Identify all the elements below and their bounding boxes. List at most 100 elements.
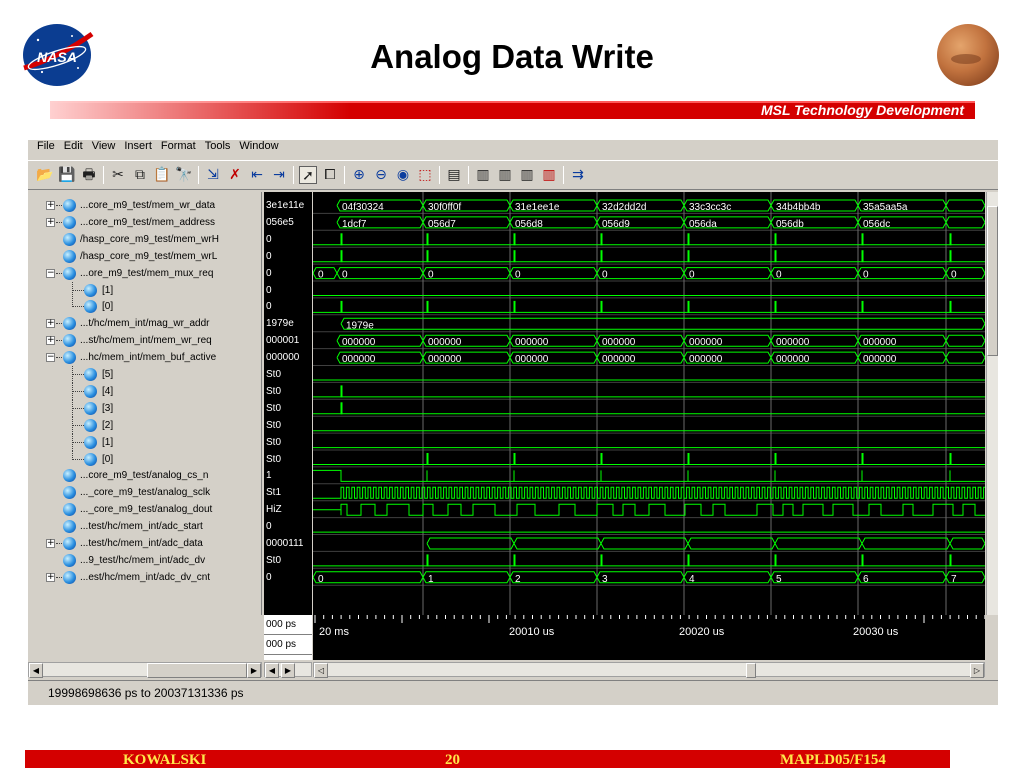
save-disk-icon[interactable]: 💾 <box>58 166 76 184</box>
expand-wave-3-icon[interactable]: ▥ <box>518 166 536 184</box>
signal-name: ...test/hc/mem_int/adc_start <box>80 521 203 533</box>
zoom-out-icon[interactable]: ⊖ <box>372 166 390 184</box>
bus-value-label: 34b4bb4b <box>776 202 821 213</box>
signal-row[interactable]: ...9_test/hc/mem_int/adc_dv <box>28 552 261 569</box>
menu-edit[interactable]: Edit <box>64 140 83 152</box>
find-icon[interactable]: 🔭 <box>175 166 193 184</box>
signal-row[interactable]: [1] <box>28 281 261 299</box>
signal-row[interactable]: + ...core_m9_test/mem_address <box>28 214 261 231</box>
vertical-scrollbar[interactable] <box>986 192 998 615</box>
menu-file[interactable]: File <box>37 140 55 152</box>
expand-wave-2-icon[interactable]: ▥ <box>496 166 514 184</box>
expand-icon[interactable]: + <box>46 539 55 548</box>
value-scroll-left-icon[interactable]: ◀ <box>265 663 279 678</box>
signal-value-pane: 3e1e11e 056e5 0 0 0 0 0 1979e 000001 000000 St0 St0… <box>264 192 312 615</box>
zoom-cursors-icon[interactable]: ⬚ <box>416 166 434 184</box>
toolbar-separator <box>198 166 199 184</box>
expand-wave-1-icon[interactable]: ▥ <box>474 166 492 184</box>
value-scroll-right-icon[interactable]: ▶ <box>281 663 295 678</box>
signal-pulse <box>340 402 343 415</box>
signal-name: ...t/hc/mem_int/mag_wr_addr <box>80 318 210 330</box>
name-pane-hscroll[interactable]: ◀ ▶ <box>28 662 262 678</box>
tree-connector <box>56 357 62 359</box>
insert-cursor-icon[interactable]: ⇲ <box>204 166 222 184</box>
menu-view[interactable]: View <box>92 140 116 152</box>
signal-globe-icon <box>84 368 97 381</box>
print-icon[interactable]: 🖶 <box>80 166 98 184</box>
bus-value-label: 04f30324 <box>342 202 384 213</box>
signal-value: HiZ <box>266 504 282 516</box>
tree-connector <box>56 543 62 544</box>
signal-row[interactable]: /hasp_core_m9_test/mem_wrH <box>28 231 261 248</box>
zoom-full-icon[interactable]: ◉ <box>394 166 412 184</box>
signal-pulse <box>340 300 343 313</box>
wave-scroll-left-icon[interactable]: ◁ <box>314 663 328 678</box>
bus-segment <box>857 267 947 280</box>
zoom-in-icon[interactable]: ⊕ <box>350 166 368 184</box>
waveform-window: File Edit View Insert Format Tools Window 📂 💾 🖶 ✂… <box>28 140 998 705</box>
cut-icon[interactable]: ✂ <box>109 166 127 184</box>
edit-bookmark-icon[interactable]: ▤ <box>445 166 463 184</box>
restart-simulation-icon[interactable]: ⇉ <box>569 166 587 184</box>
signal-row[interactable]: [3] <box>28 399 261 417</box>
copy-icon[interactable]: ⧉ <box>131 166 149 184</box>
bus-value-label: 000000 <box>863 354 897 365</box>
signal-row[interactable]: [0] <box>28 298 261 315</box>
signal-row[interactable]: + ...est/hc/mem_int/adc_dv_cnt <box>28 569 261 586</box>
collapse-icon[interactable]: − <box>46 353 55 363</box>
expand-icon[interactable]: + <box>46 319 55 329</box>
signal-row[interactable]: [4] <box>28 382 261 400</box>
find-next-edge-icon[interactable]: ⇥ <box>270 166 288 184</box>
signal-row[interactable]: [0] <box>28 450 261 468</box>
paste-icon[interactable]: 📋 <box>153 166 171 184</box>
bus-value-label: 35a5aa5a <box>863 202 908 213</box>
collapse-icon[interactable]: − <box>46 268 55 278</box>
expand-icon[interactable]: + <box>46 201 55 210</box>
signal-row[interactable]: + ...st/hc/mem_int/mem_wr_req <box>28 332 261 349</box>
signal-name: [4] <box>102 385 114 397</box>
waveform-pane[interactable]: 04f30324 30f0ff0f 31e1ee1e 32d2dd2d 33c3cc3c… <box>313 192 985 615</box>
value-pane-hscroll[interactable]: ◀ ▶ <box>264 662 312 678</box>
open-folder-icon[interactable]: 📂 <box>36 166 54 184</box>
toolbar-separator <box>468 166 469 184</box>
name-pane-hscroll-thumb[interactable] <box>147 663 247 678</box>
delete-cursor-icon[interactable]: ✗ <box>226 166 244 184</box>
signal-row[interactable]: ...core_m9_test/analog_cs_n <box>28 467 261 484</box>
signal-name: [2] <box>102 419 114 431</box>
signal-row[interactable]: − ...ore_m9_test/mem_mux_req <box>28 265 261 282</box>
signal-row[interactable]: [2] <box>28 416 261 434</box>
scroll-right-icon[interactable]: ▶ <box>247 663 261 678</box>
zoom-mode-icon[interactable]: ⧠ <box>321 166 339 184</box>
bus-value-label: 6 <box>863 574 869 585</box>
signal-row[interactable]: + ...t/hc/mem_int/mag_wr_addr <box>28 315 261 332</box>
signal-row[interactable]: ...test/hc/mem_int/adc_start <box>28 518 261 535</box>
menu-tools[interactable]: Tools <box>205 140 231 152</box>
signal-row[interactable]: [5] <box>28 366 261 383</box>
expand-icon[interactable]: + <box>46 572 55 582</box>
signal-row[interactable]: /hasp_core_m9_test/mem_wrL <box>28 248 261 265</box>
vertical-scrollbar-thumb[interactable] <box>987 206 998 356</box>
signal-row[interactable]: + ...core_m9_test/mem_wr_data <box>28 197 261 214</box>
signal-value: St0 <box>266 369 282 380</box>
wave-pane-hscroll[interactable]: ◁ ▷ <box>313 662 985 678</box>
scroll-left-icon[interactable]: ◀ <box>29 663 43 678</box>
menu-window[interactable]: Window <box>239 140 278 152</box>
wave-scroll-right-icon[interactable]: ▷ <box>970 663 984 678</box>
signal-row[interactable]: ..._core_m9_test/analog_sclk <box>28 484 261 501</box>
expand-icon[interactable]: + <box>46 217 55 227</box>
expand-icon[interactable]: + <box>46 336 55 346</box>
signal-pulse <box>774 453 777 465</box>
signal-globe-icon <box>84 384 97 398</box>
signal-row[interactable]: − ...hc/mem_int/mem_buf_active <box>28 349 261 366</box>
menu-insert[interactable]: Insert <box>124 140 152 152</box>
expand-wave-4-icon[interactable]: ▥ <box>540 166 558 184</box>
menu-format[interactable]: Format <box>161 140 196 152</box>
toolbar: 📂 💾 🖶 ✂ ⧉ 📋 🔭 ⇲ ✗ ⇤ ⇥ ➚ ⧠ ⊕ ⊖ ◉ ⬚ ▤ ▥ ▥ ▥ ▥ ⇉ <box>28 160 998 190</box>
wave-scroll-thumb[interactable] <box>746 663 756 678</box>
signal-row[interactable]: + ...test/hc/mem_int/adc_data <box>28 535 261 552</box>
bus-value-label: 32d2dd2d <box>602 202 647 213</box>
find-previous-edge-icon[interactable]: ⇤ <box>248 166 266 184</box>
select-mode-pointer-icon[interactable]: ➚ <box>299 166 317 184</box>
signal-row[interactable]: ..._core_m9_test/analog_dout <box>28 501 261 518</box>
signal-row[interactable]: [1] <box>28 433 261 451</box>
